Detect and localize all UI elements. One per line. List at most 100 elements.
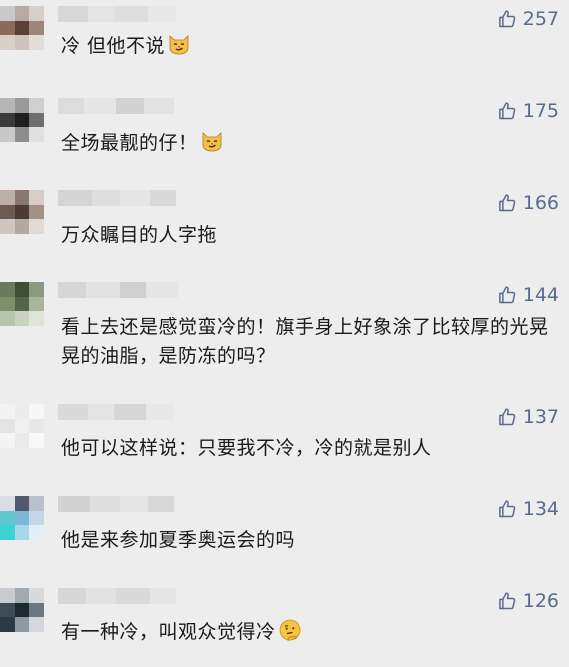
thumbs-up-icon — [497, 591, 517, 611]
avatar-pixel — [0, 127, 15, 142]
username-blur-block — [86, 282, 120, 298]
avatar-pixel — [0, 6, 15, 21]
comment-body: 他可以这样说：只要我不冷，冷的就是别人 — [61, 437, 432, 459]
like-button[interactable]: 137 — [497, 406, 559, 428]
avatar-pixel — [29, 496, 44, 511]
username-blur-block — [58, 6, 88, 22]
avatar[interactable] — [0, 98, 44, 142]
like-count: 166 — [522, 192, 559, 214]
username[interactable] — [58, 404, 174, 420]
avatar[interactable] — [0, 6, 44, 50]
username-blur-block — [120, 496, 148, 512]
avatar-pixel — [14, 510, 30, 526]
avatar-pixel — [14, 35, 30, 50]
avatar-pixel — [0, 20, 15, 36]
comment-body: 他是来参加夏季奥运会的吗 — [61, 529, 296, 551]
like-button[interactable]: 257 — [497, 8, 559, 30]
like-count: 175 — [522, 100, 559, 122]
avatar-pixel — [14, 404, 30, 419]
username[interactable] — [58, 190, 176, 206]
avatar-pixel — [29, 418, 44, 434]
avatar-pixel — [14, 588, 30, 603]
like-count: 137 — [522, 406, 559, 428]
username[interactable] — [58, 6, 176, 22]
username[interactable] — [58, 588, 176, 604]
avatar-pixel — [14, 296, 30, 312]
avatar-pixel — [29, 510, 44, 526]
username-blur-block — [116, 98, 144, 114]
username-blur-block — [148, 6, 176, 22]
comment-text: 他是来参加夏季奥运会的吗 — [61, 526, 559, 555]
avatar-pixel — [14, 418, 30, 434]
like-button[interactable]: 175 — [497, 100, 559, 122]
avatar[interactable] — [0, 496, 44, 540]
avatar-pixel — [14, 496, 30, 511]
username-blur-block — [58, 282, 86, 298]
comment-text: 有一种冷，叫观众觉得冷 — [61, 618, 559, 651]
username-blur-block — [58, 98, 84, 114]
avatar-pixel — [0, 510, 15, 526]
avatar-pixel — [29, 588, 44, 603]
username-blur-block — [88, 6, 114, 22]
avatar-pixel — [0, 617, 15, 632]
username-blur-block — [84, 98, 116, 114]
like-button[interactable]: 144 — [497, 284, 559, 306]
comment-body: 有一种冷，叫观众觉得冷 — [61, 621, 276, 643]
avatar-pixel — [0, 35, 15, 50]
like-count: 257 — [522, 8, 559, 30]
smirk-cat-face-icon — [167, 32, 191, 65]
avatar-pixel — [14, 602, 30, 618]
avatar-pixel — [29, 617, 44, 632]
avatar-pixel — [0, 219, 15, 234]
avatar[interactable] — [0, 404, 44, 448]
username-blur-block — [90, 496, 120, 512]
username-blur-block — [150, 588, 176, 604]
avatar-pixel — [14, 112, 30, 128]
avatar-pixel — [0, 404, 15, 419]
like-count: 126 — [522, 590, 559, 612]
username-blur-block — [88, 404, 114, 420]
avatar-pixel — [0, 588, 15, 603]
avatar-pixel — [29, 35, 44, 50]
avatar-pixel — [14, 433, 30, 448]
like-count: 144 — [522, 284, 559, 306]
thumbs-up-icon — [497, 499, 517, 519]
username[interactable] — [58, 282, 178, 298]
avatar-pixel — [14, 219, 30, 234]
avatar-pixel — [29, 20, 44, 36]
username-blur-block — [144, 98, 174, 114]
avatar[interactable] — [0, 190, 44, 234]
avatar-pixel — [14, 6, 30, 21]
username-blur-block — [58, 588, 86, 604]
username-blur-block — [150, 190, 176, 206]
username[interactable] — [58, 98, 174, 114]
like-button[interactable]: 166 — [497, 192, 559, 214]
avatar-pixel — [0, 282, 15, 297]
username-blur-block — [58, 404, 88, 420]
username-blur-block — [58, 190, 92, 206]
thumbs-up-icon — [497, 101, 517, 121]
thumbs-up-icon — [497, 9, 517, 29]
avatar-pixel — [14, 311, 30, 326]
avatar-pixel — [0, 433, 15, 448]
avatar-pixel — [29, 219, 44, 234]
like-count: 134 — [522, 498, 559, 520]
avatar-pixel — [0, 190, 15, 205]
comment-text: 万众瞩目的人字拖 — [61, 221, 559, 250]
username[interactable] — [58, 496, 174, 512]
avatar[interactable] — [0, 588, 44, 632]
comment-text: 他可以这样说：只要我不冷，冷的就是别人 — [61, 434, 559, 463]
username-blur-block — [86, 588, 116, 604]
avatar-pixel — [29, 602, 44, 618]
avatar[interactable] — [0, 282, 44, 326]
like-button[interactable]: 134 — [497, 498, 559, 520]
like-button[interactable]: 126 — [497, 590, 559, 612]
thinking-face-icon — [278, 618, 302, 651]
avatar-pixel — [29, 204, 44, 220]
username-blur-block — [114, 404, 146, 420]
username-blur-block — [120, 190, 150, 206]
avatar-pixel — [0, 296, 15, 312]
comment-body: 看上去还是感觉蛮冷的！旗手身上好象涂了比较厚的光晃晃的油脂，是防冻的吗？ — [61, 316, 549, 367]
avatar-pixel — [0, 525, 15, 540]
thumbs-up-icon — [497, 407, 517, 427]
